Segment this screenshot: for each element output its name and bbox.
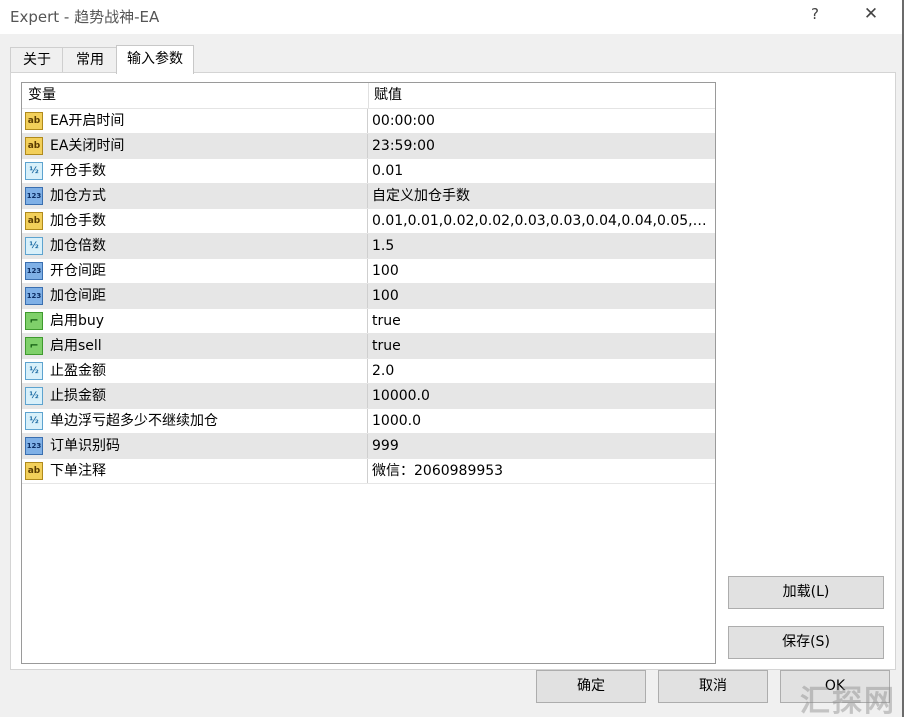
- table-row[interactable]: ½ 开仓手数 0.01: [22, 159, 715, 184]
- parameter-value[interactable]: 1.5: [372, 234, 710, 258]
- column-divider: [367, 459, 368, 483]
- parameter-name: EA关闭时间: [50, 138, 125, 154]
- table-row[interactable]: ⌐ 启用buy true: [22, 309, 715, 334]
- table-row[interactable]: 123 加仓间距 100: [22, 284, 715, 309]
- header-value[interactable]: 赋值: [368, 83, 714, 108]
- column-divider: [367, 184, 368, 208]
- table-header: 变量 赋值: [22, 83, 715, 109]
- parameters-table: 变量 赋值 ab EA开启时间 00:00:00 ab EA关闭时间 23:59:00 ½ 开…: [21, 82, 716, 664]
- 123-integer-icon: 123: [25, 262, 43, 280]
- parameter-value[interactable]: true: [372, 309, 710, 333]
- load-button[interactable]: 加载(L): [728, 576, 884, 609]
- table-row[interactable]: ⌐ 启用sell true: [22, 334, 715, 359]
- parameter-name: 启用sell: [50, 338, 102, 354]
- bool-toggle-icon: ⌐: [25, 312, 43, 330]
- help-button[interactable]: ?: [808, 5, 822, 23]
- parameter-name: 订单识别码: [50, 438, 120, 454]
- table-row[interactable]: ab EA关闭时间 23:59:00: [22, 134, 715, 159]
- parameter-name: 开仓手数: [50, 163, 106, 179]
- parameter-value[interactable]: true: [372, 334, 710, 358]
- ok-button[interactable]: 确定: [536, 670, 646, 703]
- table-row[interactable]: ½ 止损金额 10000.0: [22, 384, 715, 409]
- ab-string-icon: ab: [25, 137, 43, 155]
- table-row[interactable]: ½ 止盈金额 2.0: [22, 359, 715, 384]
- table-body: ab EA开启时间 00:00:00 ab EA关闭时间 23:59:00 ½ 开仓手数 0.0…: [22, 109, 715, 484]
- parameter-value[interactable]: 2.0: [372, 359, 710, 383]
- table-row[interactable]: ab EA开启时间 00:00:00: [22, 109, 715, 134]
- parameter-name: 加仓方式: [50, 188, 106, 204]
- column-divider: [367, 409, 368, 433]
- table-row[interactable]: 123 开仓间距 100: [22, 259, 715, 284]
- table-row[interactable]: 123 加仓方式 自定义加仓手数: [22, 184, 715, 209]
- column-divider: [367, 259, 368, 283]
- header-variable[interactable]: 变量: [22, 83, 369, 108]
- column-divider: [367, 334, 368, 358]
- column-divider: [367, 209, 368, 233]
- column-divider: [367, 359, 368, 383]
- half-double-icon: ½: [25, 412, 43, 430]
- 123-integer-icon: 123: [25, 287, 43, 305]
- parameter-value[interactable]: 10000.0: [372, 384, 710, 408]
- column-divider: [367, 309, 368, 333]
- table-row[interactable]: ab 下单注释 微信：2060989953: [22, 459, 715, 484]
- ab-string-icon: ab: [25, 462, 43, 480]
- parameter-name: 加仓间距: [50, 288, 106, 304]
- column-divider: [367, 284, 368, 308]
- half-double-icon: ½: [25, 387, 43, 405]
- parameter-value[interactable]: 00:00:00: [372, 109, 710, 133]
- close-button[interactable]: ✕: [862, 4, 880, 24]
- column-divider: [367, 134, 368, 158]
- parameter-value[interactable]: 0.01: [372, 159, 710, 183]
- column-divider: [367, 234, 368, 258]
- 123-integer-icon: 123: [25, 187, 43, 205]
- title-bar: Expert - 趋势战神-EA ? ✕: [0, 0, 904, 34]
- half-double-icon: ½: [25, 362, 43, 380]
- half-double-icon: ½: [25, 237, 43, 255]
- column-divider: [367, 434, 368, 458]
- parameter-name: 止损金额: [50, 388, 106, 404]
- column-divider: [367, 109, 368, 133]
- table-row[interactable]: ab 加仓手数 0.01,0.01,0.02,0.02,0.03,0.03,0.04…: [22, 209, 715, 234]
- parameter-value[interactable]: 100: [372, 259, 710, 283]
- parameter-value[interactable]: 999: [372, 434, 710, 458]
- parameter-name: 启用buy: [50, 313, 105, 329]
- cancel-button[interactable]: 取消: [658, 670, 768, 703]
- parameter-value[interactable]: 微信：2060989953: [372, 459, 710, 483]
- parameter-name: EA开启时间: [50, 113, 125, 129]
- tab-about[interactable]: 关于: [10, 47, 64, 72]
- ab-string-icon: ab: [25, 112, 43, 130]
- table-row[interactable]: 123 订单识别码 999: [22, 434, 715, 459]
- parameter-value[interactable]: 1000.0: [372, 409, 710, 433]
- window-title: Expert - 趋势战神-EA: [10, 8, 160, 26]
- parameter-name: 开仓间距: [50, 263, 106, 279]
- parameter-value[interactable]: 自定义加仓手数: [372, 184, 710, 208]
- 123-integer-icon: 123: [25, 437, 43, 455]
- parameter-name: 加仓倍数: [50, 238, 106, 254]
- column-divider: [367, 384, 368, 408]
- bool-toggle-icon: ⌐: [25, 337, 43, 355]
- parameter-name: 单边浮亏超多少不继续加仓: [50, 413, 218, 429]
- tab-input-parameters[interactable]: 输入参数: [116, 45, 194, 74]
- save-button[interactable]: 保存(S): [728, 626, 884, 659]
- parameter-name: 止盈金额: [50, 363, 106, 379]
- watermark-logo: 汇探网: [800, 684, 896, 719]
- table-row[interactable]: ½ 加仓倍数 1.5: [22, 234, 715, 259]
- parameter-name: 加仓手数: [50, 213, 106, 229]
- parameter-value[interactable]: 23:59:00: [372, 134, 710, 158]
- table-row[interactable]: ½ 单边浮亏超多少不继续加仓 1000.0: [22, 409, 715, 434]
- parameter-name: 下单注释: [50, 463, 106, 479]
- parameter-value[interactable]: 0.01,0.01,0.02,0.02,0.03,0.03,0.04,0.04,…: [372, 209, 710, 233]
- half-double-icon: ½: [25, 162, 43, 180]
- tab-common[interactable]: 常用: [62, 47, 118, 72]
- parameter-value[interactable]: 100: [372, 284, 710, 308]
- column-divider: [367, 159, 368, 183]
- ab-string-icon: ab: [25, 212, 43, 230]
